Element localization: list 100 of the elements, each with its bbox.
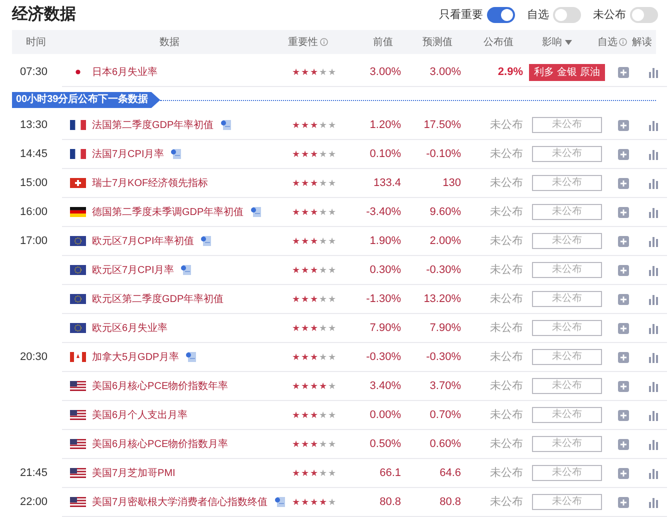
forecast-value: 3.00% — [428, 64, 461, 80]
star-icon: ★ — [328, 294, 336, 304]
add-icon[interactable] — [618, 352, 628, 362]
previous-value: 3.00% — [368, 64, 401, 80]
star-icon: ★ — [292, 498, 300, 506]
star-icon: ★ — [301, 498, 309, 506]
bar-chart-icon[interactable] — [648, 322, 658, 334]
event-name[interactable]: 美国6月核心PCE物价指数月率 — [92, 436, 228, 452]
star-icon: ★ — [301, 236, 309, 246]
info-icon[interactable] — [619, 38, 628, 46]
add-icon[interactable] — [618, 438, 628, 450]
add-icon[interactable] — [618, 206, 628, 218]
star-icon: ★ — [319, 68, 327, 76]
event-name[interactable]: 美国7月芝加哥PMI — [92, 466, 176, 480]
event-time: 20:30 — [20, 350, 48, 366]
add-icon[interactable] — [618, 468, 628, 478]
bar-chart-icon[interactable] — [648, 66, 658, 78]
add-icon[interactable] — [618, 294, 628, 304]
event-name[interactable]: 欧元区第二季度GDP年率初值 — [92, 292, 224, 306]
star-icon: ★ — [292, 294, 300, 304]
star-icon: ★ — [310, 382, 318, 390]
document-icon[interactable] — [180, 264, 192, 276]
add-icon[interactable] — [618, 496, 628, 508]
column-header[interactable]: 影响 — [542, 34, 562, 50]
star-icon: ★ — [328, 178, 336, 188]
add-icon[interactable] — [618, 322, 628, 334]
document-icon[interactable] — [170, 148, 182, 160]
bar-chart-icon[interactable] — [648, 294, 658, 304]
add-icon[interactable] — [618, 380, 628, 392]
add-icon[interactable] — [618, 148, 628, 160]
previous-value: 1.20% — [368, 118, 401, 133]
event-name[interactable]: 欧元区6月失业率 — [92, 320, 168, 336]
add-icon[interactable] — [618, 236, 628, 246]
bar-chart-icon[interactable] — [648, 178, 658, 188]
add-icon[interactable] — [618, 264, 628, 276]
impact-field: 未公布 — [532, 117, 602, 133]
flag-icon — [70, 410, 86, 420]
actual-value: 未公布 — [489, 262, 524, 278]
info-icon[interactable] — [320, 38, 328, 46]
event-name[interactable]: 法国第二季度GDP年率初值 — [92, 118, 214, 132]
bar-chart-icon[interactable] — [648, 410, 658, 420]
add-icon[interactable] — [618, 410, 628, 420]
event-name[interactable]: 欧元区7月CPI年率初值 — [92, 234, 194, 248]
column-header: 解读 — [631, 36, 654, 50]
event-name[interactable]: 加拿大5月GDP月率 — [92, 350, 180, 364]
star-icon: ★ — [292, 208, 300, 216]
bar-chart-icon[interactable] — [648, 236, 658, 246]
star-icon: ★ — [319, 410, 327, 420]
previous-value: 0.00% — [368, 408, 401, 423]
caret-icon[interactable] — [565, 40, 572, 44]
star-icon: ★ — [319, 440, 327, 448]
event-name[interactable]: 德国第二季度未季调GDP年率初值 — [92, 204, 244, 220]
event-name[interactable]: 美国7月密歇根大学消费者信心指数终值 — [92, 494, 268, 510]
add-icon[interactable] — [618, 66, 628, 78]
star-icon: ★ — [292, 440, 300, 448]
event-name[interactable]: 瑞士7月KOF经济领先指标 — [92, 176, 208, 190]
event-time: 15:00 — [20, 176, 48, 192]
bar-chart-icon[interactable] — [648, 264, 658, 276]
forecast-value: 17.50% — [422, 118, 461, 133]
bar-chart-icon[interactable] — [648, 438, 658, 450]
add-icon[interactable] — [618, 178, 628, 188]
star-icon: ★ — [328, 440, 336, 448]
document-icon[interactable] — [250, 206, 262, 218]
flag-icon — [70, 381, 86, 391]
actual-value: 未公布 — [489, 466, 524, 481]
forecast-value: 80.8 — [438, 494, 461, 510]
bar-chart-icon[interactable] — [648, 148, 658, 160]
document-icon[interactable] — [274, 496, 286, 508]
bar-chart-icon[interactable] — [648, 206, 658, 218]
star-icon: ★ — [310, 68, 318, 76]
forecast-value: 2.00% — [428, 234, 461, 249]
star-icon: ★ — [292, 266, 300, 274]
column-header: 预测值 — [421, 36, 452, 50]
document-icon[interactable] — [200, 235, 212, 247]
document-icon[interactable] — [220, 119, 232, 131]
bar-chart-icon[interactable] — [648, 496, 658, 508]
event-name[interactable]: 法国7月CPI月率 — [92, 146, 164, 162]
toggle-switch[interactable] — [487, 7, 515, 23]
star-icon: ★ — [310, 468, 318, 478]
bar-chart-icon[interactable] — [648, 352, 658, 362]
toggle-switch[interactable] — [553, 7, 581, 23]
add-icon[interactable] — [618, 120, 628, 130]
bar-chart-icon[interactable] — [648, 120, 658, 130]
impact-field: 未公布 — [532, 175, 602, 191]
event-name[interactable]: 欧元区7月CPI月率 — [92, 262, 174, 278]
star-icon: ★ — [310, 208, 318, 216]
toggle-switch[interactable] — [630, 7, 658, 23]
event-name[interactable]: 美国6月个人支出月率 — [92, 408, 188, 422]
impact-field: 未公布 — [532, 320, 602, 336]
document-icon[interactable] — [185, 351, 198, 363]
bar-chart-icon[interactable] — [648, 380, 658, 392]
bar-chart-icon[interactable] — [648, 468, 658, 478]
star-icon: ★ — [328, 150, 336, 158]
event-name[interactable]: 美国6月核心PCE物价指数年率 — [92, 378, 228, 394]
star-icon: ★ — [310, 410, 318, 420]
star-icon: ★ — [310, 266, 318, 274]
event-name[interactable]: 日本6月失业率 — [92, 64, 158, 80]
previous-value: 1.90% — [368, 234, 401, 249]
impact-field: 未公布 — [532, 204, 602, 220]
flag-icon — [70, 497, 86, 507]
